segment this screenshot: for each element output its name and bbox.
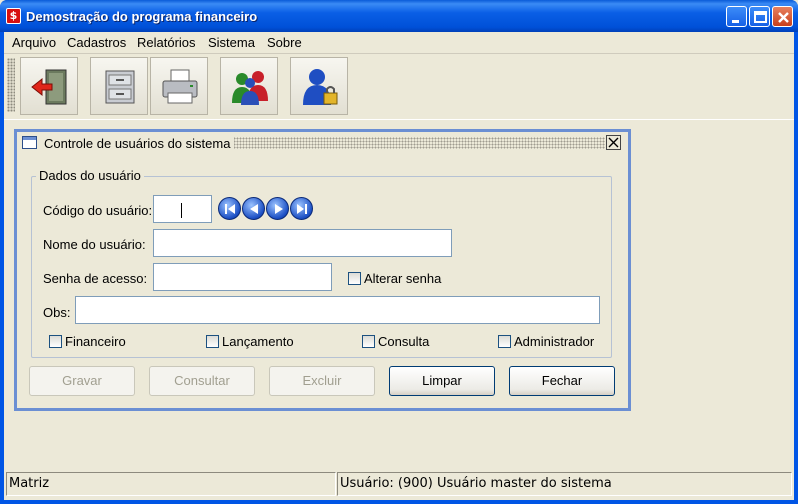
exit-door-icon [31, 69, 67, 105]
title-bar[interactable]: $ Demostração do programa financeiro [0, 0, 798, 32]
text-caret [181, 203, 182, 218]
status-user: Usuário: (900) Usuário master do sistema [337, 472, 792, 496]
gravar-button[interactable]: Gravar [29, 366, 135, 396]
main-window: $ Demostração do programa financeiro Arq… [0, 0, 798, 504]
menu-sobre[interactable]: Sobre [267, 35, 302, 50]
first-record-icon [225, 204, 235, 214]
last-record-icon [297, 204, 307, 214]
alterar-senha-checkbox[interactable] [348, 272, 361, 285]
toolbar-user-lock-button[interactable] [290, 57, 348, 115]
nome-field[interactable] [153, 229, 452, 257]
alterar-senha-label[interactable]: Alterar senha [364, 271, 441, 286]
file-cabinet-icon [105, 70, 135, 104]
status-bar: Matriz Usuário: (900) Usuário master do … [4, 469, 794, 496]
toolbar-users-button[interactable] [220, 57, 278, 115]
next-record-button[interactable] [266, 197, 289, 220]
excluir-button[interactable]: Excluir [269, 366, 375, 396]
desktop-pane: Controle de usuários do sistema Dados do… [4, 121, 794, 469]
menu-sistema[interactable]: Sistema [208, 35, 255, 50]
window-title: Demostração do programa financeiro [26, 9, 258, 24]
nome-label: Nome do usuário: [43, 237, 146, 252]
menu-bar: Arquivo Cadastros Relatórios Sistema Sob… [4, 32, 794, 54]
obs-label: Obs: [43, 305, 71, 320]
consultar-button[interactable]: Consultar [149, 366, 255, 396]
last-record-button[interactable] [290, 197, 313, 220]
financeiro-label[interactable]: Financeiro [65, 334, 126, 349]
financeiro-checkbox[interactable] [49, 335, 62, 348]
maximize-icon [754, 11, 767, 23]
consulta-checkbox[interactable] [362, 335, 375, 348]
menu-cadastros[interactable]: Cadastros [67, 35, 126, 50]
close-icon [608, 137, 619, 148]
previous-record-button[interactable] [242, 197, 265, 220]
fechar-button[interactable]: Fechar [509, 366, 615, 396]
user-control-frame: Controle de usuários do sistema Dados do… [14, 129, 631, 411]
frame-title-bar[interactable]: Controle de usuários do sistema [17, 132, 628, 154]
toolbar [4, 54, 794, 120]
client-area: Arquivo Cadastros Relatórios Sistema Sob… [4, 32, 794, 500]
next-record-icon [275, 204, 283, 214]
frame-close-button[interactable] [606, 135, 621, 150]
group-title: Dados do usuário [36, 168, 144, 183]
menu-arquivo[interactable]: Arquivo [12, 35, 56, 50]
toolbar-exit-button[interactable] [20, 57, 78, 115]
app-dollar-icon: $ [6, 8, 21, 24]
consulta-label[interactable]: Consulta [378, 334, 429, 349]
record-navigator [216, 195, 313, 221]
frame-window-icon [22, 136, 37, 149]
menu-relatorios[interactable]: Relatórios [137, 35, 196, 50]
lancamento-label[interactable]: Lançamento [222, 334, 294, 349]
previous-record-icon [250, 204, 258, 214]
administrador-checkbox[interactable] [498, 335, 511, 348]
user-lock-icon [303, 69, 338, 105]
users-group-icon [232, 71, 268, 105]
toolbar-cabinet-button[interactable] [90, 57, 148, 115]
minimize-icon [732, 20, 739, 23]
first-record-button[interactable] [218, 197, 241, 220]
limpar-button[interactable]: Limpar [389, 366, 495, 396]
toolbar-print-button[interactable] [150, 57, 208, 115]
administrador-label[interactable]: Administrador [514, 334, 594, 349]
minimize-button[interactable] [726, 6, 747, 27]
senha-field[interactable] [153, 263, 332, 291]
close-button[interactable] [772, 6, 793, 27]
maximize-button[interactable] [749, 6, 770, 27]
toolbar-grip[interactable] [7, 58, 15, 112]
printer-icon [162, 69, 198, 104]
codigo-label: Código do usuário: [43, 203, 153, 218]
close-icon [778, 12, 789, 23]
senha-label: Senha de acesso: [43, 271, 148, 286]
lancamento-checkbox[interactable] [206, 335, 219, 348]
obs-field[interactable] [75, 296, 600, 324]
frame-title: Controle de usuários do sistema [44, 136, 235, 151]
status-company: Matriz [6, 472, 336, 496]
codigo-field[interactable] [153, 195, 212, 223]
frame-title-grip [227, 137, 605, 149]
user-data-group: Dados do usuário Código do usuário: Nome… [31, 168, 612, 358]
